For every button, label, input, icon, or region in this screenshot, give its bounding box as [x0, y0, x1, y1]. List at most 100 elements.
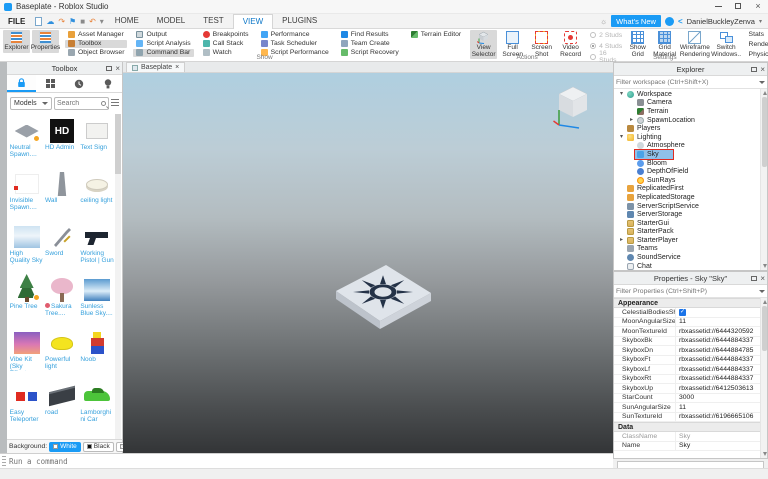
tree-item-soundservice[interactable]: SoundService [614, 253, 767, 262]
command-input[interactable] [9, 456, 613, 466]
asset-item[interactable]: HD HD Admin [44, 116, 79, 169]
property-row[interactable]: SunTextureId rbxassetid://6196665106 [614, 412, 767, 422]
property-row[interactable]: CelestialBodiesShown✓ [614, 308, 767, 318]
tab-baseplate[interactable]: Baseplate × [126, 62, 186, 72]
section-appearance[interactable]: Appearance [614, 298, 767, 308]
section-data[interactable]: Data [614, 422, 767, 432]
property-row[interactable]: SkyboxUp rbxassetid://6412503613 [614, 384, 767, 394]
tab-plugins[interactable]: PLUGINS [273, 14, 326, 29]
collapse-icon[interactable]: ▸ [618, 236, 625, 244]
tree-item-bloom[interactable]: Bloom [614, 159, 767, 168]
property-row[interactable]: SkyboxBk rbxassetid://6444884337 [614, 336, 767, 346]
close-panel-icon[interactable]: × [760, 274, 765, 283]
asset-item[interactable]: Sakura Tree.... [44, 275, 79, 328]
close-button[interactable]: × [748, 0, 768, 14]
publish-flag-icon[interactable]: ⚑ [69, 14, 76, 29]
tree-item-players[interactable]: Players [614, 124, 767, 133]
radio-2-studs[interactable]: 2 Studs [590, 31, 623, 39]
tree-item-starterplayer[interactable]: ▸ StarterPlayer [614, 236, 767, 245]
toolbox-tab-creations[interactable] [93, 75, 122, 92]
tree-item-depthoffield[interactable]: DepthOfField [614, 167, 767, 176]
properties-toggle-button[interactable]: Properties [31, 30, 60, 53]
tree-item-sunrays[interactable]: SunRays [614, 176, 767, 185]
properties-header[interactable]: Properties - Sky "Sky" × [614, 272, 767, 285]
asset-item[interactable]: ceiling light [80, 169, 115, 222]
tree-item-atmosphere[interactable]: Atmosphere [614, 142, 767, 151]
toolbox-scrollbar[interactable] [115, 114, 121, 439]
radio-4-studs[interactable]: 4 Studs [590, 42, 623, 50]
property-row[interactable]: SunAngularSize 11 [614, 403, 767, 413]
search-input[interactable] [57, 99, 91, 107]
collapse-icon[interactable]: ▸ [628, 116, 635, 124]
properties-filter-input[interactable] [616, 287, 759, 295]
float-panel-icon[interactable] [106, 66, 113, 71]
tree-item-camera[interactable]: Camera [614, 99, 767, 108]
asset-item[interactable]: Vibe Kit (Sky Effects Only) [9, 328, 44, 381]
property-row[interactable]: MoonAngularSize 11 [614, 317, 767, 327]
asset-item[interactable]: Lamborghini Car [80, 381, 115, 434]
asset-item[interactable]: Sunless Blue Sky.... [80, 275, 115, 328]
command-bar[interactable] [0, 453, 613, 468]
redo-icon[interactable]: ↷ [58, 14, 65, 29]
selected-tree-item[interactable]: Sky [634, 149, 674, 160]
breakpoints-button[interactable]: Breakpoints [200, 31, 252, 39]
property-row[interactable]: Name Sky [614, 441, 767, 451]
team-create-button[interactable]: Team Create [338, 40, 402, 48]
background-white-button[interactable]: White [49, 441, 81, 452]
tab-home[interactable]: HOME [106, 14, 148, 29]
tab-test[interactable]: TEST [194, 14, 232, 29]
tree-item-spawnlocation[interactable]: ▸ SpawnLocation [614, 116, 767, 125]
property-row[interactable]: SkyboxLf rbxassetid://6444884337 [614, 365, 767, 375]
explorer-filter-input[interactable] [616, 78, 759, 86]
tree-item-chat[interactable]: Chat [614, 262, 767, 270]
explorer-toggle-button[interactable]: Explorer [3, 30, 30, 53]
tree-item-startergui[interactable]: StarterGui [614, 219, 767, 228]
property-row[interactable]: MoonTextureId rbxassetid://6444320592 [614, 327, 767, 337]
tree-item-lighting[interactable]: ▾ Lighting [614, 133, 767, 142]
category-dropdown[interactable]: Models [10, 96, 52, 110]
stats-button[interactable]: Stats [746, 31, 768, 40]
expand-icon[interactable]: ▾ [618, 133, 625, 141]
tree-item-starterpack[interactable]: StarterPack [614, 228, 767, 237]
property-row[interactable]: StarCount 3000 [614, 393, 767, 403]
script-analysis-button[interactable]: Script Analysis [133, 40, 193, 48]
tree-item-workspace[interactable]: ▾ Workspace [614, 90, 767, 99]
asset-item[interactable]: Invisible Spawn.... [9, 169, 44, 222]
maximize-button[interactable] [728, 0, 748, 14]
asset-item[interactable]: Neutral Spawn.... [9, 116, 44, 169]
tree-item-teams[interactable]: Teams [614, 245, 767, 254]
new-file-icon[interactable] [35, 16, 43, 26]
explorer-header[interactable]: Explorer × [614, 63, 767, 76]
explorer-scrollbar[interactable] [760, 89, 767, 270]
share-icon[interactable]: < [678, 17, 683, 26]
property-row[interactable]: SkyboxFt rbxassetid://6444884337 [614, 355, 767, 365]
toolbox-tab-recent[interactable] [65, 75, 94, 92]
close-panel-icon[interactable]: × [760, 65, 765, 74]
view-selector-cube[interactable] [553, 81, 597, 129]
call-stack-button[interactable]: Call Stack [200, 40, 252, 48]
tree-item-replicatedfirst[interactable]: ReplicatedFirst [614, 185, 767, 194]
property-row[interactable]: SkyboxRt rbxassetid://6444884337 [614, 374, 767, 384]
minimize-button[interactable] [708, 0, 728, 14]
tab-model[interactable]: MODEL [148, 14, 194, 29]
asset-item[interactable]: Wall [44, 169, 79, 222]
asset-item[interactable]: road [44, 381, 79, 434]
spawn-baseplate[interactable] [328, 253, 438, 343]
render-button[interactable]: Render [746, 41, 768, 50]
toolbox-tab-inventory[interactable] [36, 75, 65, 92]
checkbox-checked-icon[interactable]: ✓ [679, 308, 686, 316]
help-icon[interactable] [664, 16, 674, 26]
undo-icon[interactable]: ↶ [89, 14, 96, 29]
float-panel-icon[interactable] [751, 276, 758, 281]
asset-item[interactable]: Noob [80, 328, 115, 381]
property-row[interactable]: SkyboxDn rbxassetid://6444884785 [614, 346, 767, 356]
toolbox-tab-marketplace[interactable] [7, 75, 36, 92]
float-panel-icon[interactable] [751, 67, 758, 72]
whats-new-button[interactable]: What's New [611, 15, 661, 27]
asset-item[interactable]: Text Sign [80, 116, 115, 169]
asset-item[interactable]: Pine Tree [9, 274, 44, 328]
task-scheduler-button[interactable]: Task Scheduler [258, 40, 332, 48]
asset-item[interactable]: High Quality Sky :) [9, 222, 44, 275]
file-menu-button[interactable]: FILE [0, 17, 33, 26]
toolbox-search[interactable] [54, 96, 109, 110]
